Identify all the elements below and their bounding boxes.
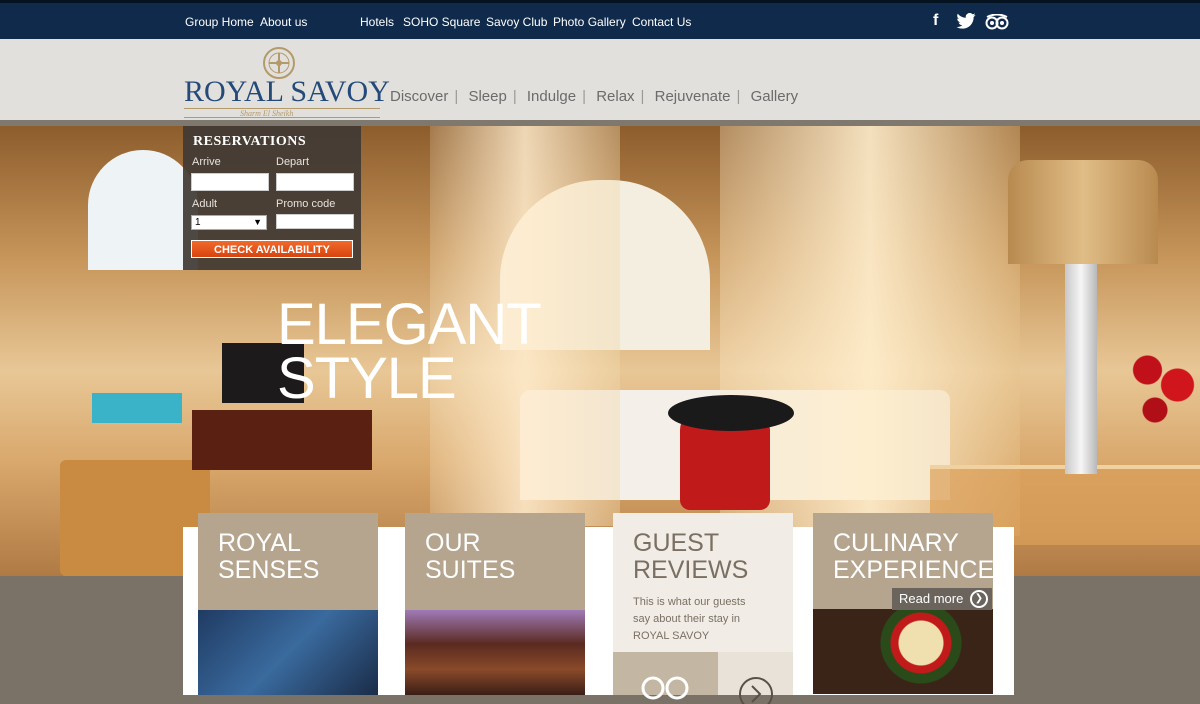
guest-reviews-arrow-tile[interactable] [718, 652, 793, 704]
guest-reviews-footer [613, 652, 793, 704]
pool-view [92, 393, 182, 423]
card-royal-senses-header: ROYAL SENSES [198, 513, 378, 610]
window-view [88, 150, 198, 270]
description-line: ROYAL SAVOY [633, 630, 710, 642]
reservations-widget: RESERVATIONS Arrive Depart Adult Promo c… [183, 126, 361, 270]
card-royal-senses[interactable]: ROYAL SENSES [198, 513, 378, 695]
adult-select[interactable]: 1 ▼ [191, 215, 267, 230]
nav-group-home[interactable]: Group Home [185, 15, 254, 29]
card-title-line: GUEST [633, 529, 720, 557]
check-availability-button[interactable]: CHECK AVAILABILITY [191, 240, 353, 258]
card-title-line: EXPERIENCES [833, 556, 1011, 584]
logo-divider [184, 117, 380, 118]
card-our-suites-header: OUR SUITES [405, 513, 585, 610]
lampshade-image [1008, 160, 1158, 264]
flowers-image [1125, 330, 1200, 430]
description-line: say about their stay in [633, 613, 741, 625]
tripadvisor-tile[interactable] [613, 652, 718, 700]
reservations-title: RESERVATIONS [193, 134, 307, 149]
nav-contact-us[interactable]: Contact Us [632, 15, 691, 29]
nav-photo-gallery[interactable]: Photo Gallery [553, 15, 626, 29]
hat-image [668, 395, 794, 431]
nav-separator: | [582, 88, 587, 105]
nav-separator: | [736, 88, 741, 105]
depart-date-input[interactable] [276, 173, 354, 191]
site-header [0, 39, 1200, 120]
card-title-line: CULINARY [833, 529, 959, 557]
mainnav-sleep[interactable]: Sleep [468, 88, 506, 105]
nav-separator: | [454, 88, 459, 105]
headline-line-2: STYLE [277, 346, 457, 411]
mainnav-relax[interactable]: Relax [596, 88, 634, 105]
read-more-button[interactable]: Read more ❯ [892, 588, 992, 610]
facebook-icon[interactable]: f [933, 12, 938, 30]
depart-label: Depart [276, 156, 310, 168]
arrive-label: Arrive [192, 156, 221, 168]
nav-soho-square[interactable]: SOHO Square [403, 15, 480, 29]
card-our-suites[interactable]: OUR SUITES [405, 513, 585, 695]
promo-code-label: Promo code [276, 198, 336, 210]
tripadvisor-icon[interactable] [985, 13, 1009, 35]
adult-select-value: 1 [195, 217, 201, 228]
mainnav-rejuvenate[interactable]: Rejuvenate [655, 88, 731, 105]
mainnav-indulge[interactable]: Indulge [527, 88, 576, 105]
logo-wordmark[interactable]: ROYAL SAVOY [184, 75, 390, 109]
card-title-line: SUITES [425, 556, 516, 584]
chevron-right-icon: ❯ [970, 590, 988, 608]
card-title-line: REVIEWS [633, 556, 749, 584]
royal-senses-image [198, 610, 378, 695]
top-bar: Group Home About us Hotels SOHO Square S… [0, 0, 1200, 39]
mainnav-discover[interactable]: Discover [390, 88, 448, 105]
arrive-date-input[interactable] [191, 173, 269, 191]
nav-hotels[interactable]: Hotels [360, 15, 394, 29]
adult-label: Adult [192, 198, 218, 210]
headline-line-1: ELEGANT [277, 292, 542, 357]
hero-headline: ELEGANT STYLE [277, 292, 542, 411]
arrow-right-icon [739, 677, 773, 704]
description-line: This is what our guests [633, 596, 746, 608]
tv-stand-image [192, 410, 372, 470]
card-title-line: ROYAL [218, 529, 301, 557]
our-suites-image [405, 610, 585, 695]
culinary-image [813, 609, 993, 694]
guest-reviews-description: This is what our guests say about their … [633, 594, 793, 645]
nav-about-us[interactable]: About us [260, 15, 307, 29]
nav-savoy-club[interactable]: Savoy Club [486, 15, 547, 29]
main-nav: Discover | Sleep | Indulge | Relax | Rejuven… [390, 88, 798, 105]
chevron-down-icon: ▼ [253, 217, 262, 227]
promo-code-input[interactable] [276, 214, 354, 229]
mainnav-gallery[interactable]: Gallery [751, 88, 799, 105]
tripadvisor-icon [641, 676, 689, 700]
nav-separator: | [640, 88, 645, 105]
nav-separator: | [512, 88, 517, 105]
card-title-line: OUR [425, 529, 481, 557]
lamp-base-image [1065, 264, 1097, 474]
card-guest-reviews-header: GUEST REVIEWS This is what our guests sa… [613, 513, 793, 652]
card-guest-reviews[interactable]: GUEST REVIEWS This is what our guests sa… [613, 513, 793, 704]
read-more-label: Read more [899, 591, 964, 606]
card-title-line: SENSES [218, 556, 320, 584]
twitter-icon[interactable] [956, 12, 976, 34]
